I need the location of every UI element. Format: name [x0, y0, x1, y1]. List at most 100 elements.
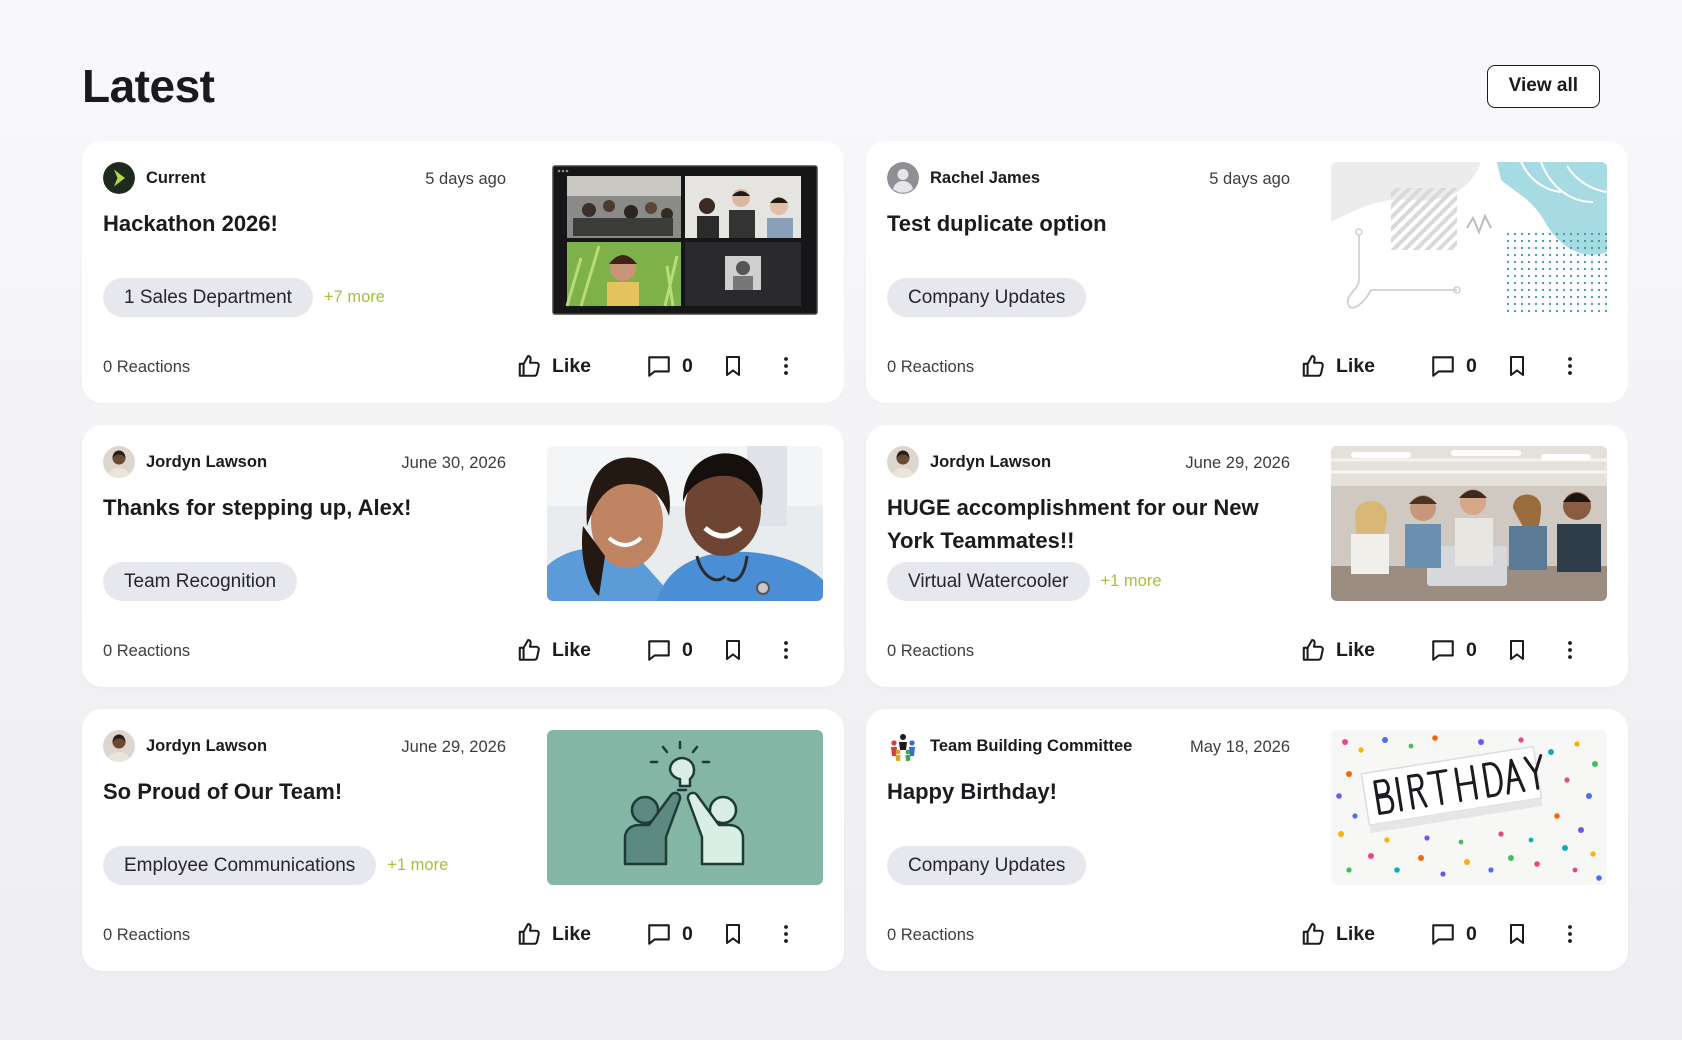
- more-tags-link[interactable]: +1 more: [387, 856, 448, 875]
- post-title[interactable]: So Proud of Our Team!: [103, 775, 513, 808]
- post-author[interactable]: Jordyn Lawson: [103, 730, 267, 762]
- post-card[interactable]: Current 5 days ago Hackathon 2026! 1 Sal…: [82, 141, 844, 403]
- comment-count: 0: [1466, 922, 1477, 945]
- reactions-count: 0 Reactions: [103, 358, 191, 376]
- post-author[interactable]: Jordyn Lawson: [103, 446, 267, 478]
- comment-icon: [646, 637, 672, 663]
- view-all-button[interactable]: View all: [1486, 64, 1600, 108]
- user-photo-icon: [887, 446, 919, 478]
- bookmark-button[interactable]: [721, 346, 745, 386]
- post-card[interactable]: Jordyn Lawson June 29, 2026 So Proud of …: [82, 709, 844, 971]
- more-vertical-icon: [774, 922, 798, 946]
- bookmark-button[interactable]: [721, 914, 745, 954]
- more-vertical-icon: [774, 638, 798, 662]
- thumbs-up-icon: [516, 353, 542, 379]
- bookmark-button[interactable]: [1505, 630, 1529, 670]
- office-team-image: [1331, 446, 1607, 601]
- comment-icon: [646, 921, 672, 947]
- bookmark-button[interactable]: [1505, 346, 1529, 386]
- post-title[interactable]: Hackathon 2026!: [103, 207, 513, 240]
- like-label: Like: [552, 354, 592, 377]
- post-author[interactable]: Current: [103, 162, 206, 194]
- thumbs-up-icon: [516, 637, 542, 663]
- like-button[interactable]: Like: [1300, 630, 1375, 670]
- category-tag[interactable]: Team Recognition: [103, 562, 298, 601]
- post-title[interactable]: HUGE accomplishment for our New York Tea…: [887, 491, 1297, 557]
- user-photo-icon: [103, 730, 135, 762]
- post-author[interactable]: Jordyn Lawson: [887, 446, 1051, 478]
- post-thumbnail[interactable]: [1331, 446, 1607, 601]
- post-card[interactable]: Jordyn Lawson June 29, 2026 HUGE accompl…: [866, 425, 1628, 687]
- thumbs-up-icon: [1300, 637, 1326, 663]
- category-tag[interactable]: Virtual Watercooler: [887, 562, 1090, 601]
- like-label: Like: [552, 638, 592, 661]
- reactions-count: 0 Reactions: [887, 926, 975, 944]
- like-button[interactable]: Like: [1300, 914, 1375, 954]
- post-thumbnail[interactable]: [1331, 730, 1607, 885]
- more-options-button[interactable]: [774, 346, 798, 386]
- posts-grid: Current 5 days ago Hackathon 2026! 1 Sal…: [82, 141, 1628, 971]
- video-call-image: [547, 162, 823, 317]
- bookmark-icon: [1505, 354, 1529, 378]
- post-card[interactable]: Team Building Committee May 18, 2026 Hap…: [866, 709, 1628, 971]
- team-group-icon: [887, 730, 919, 762]
- more-options-button[interactable]: [774, 630, 798, 670]
- post-card[interactable]: Rachel James 5 days ago Test duplicate o…: [866, 141, 1628, 403]
- post-date: 5 days ago: [1209, 170, 1290, 188]
- post-title[interactable]: Test duplicate option: [887, 207, 1297, 240]
- post-thumbnail[interactable]: [1331, 162, 1607, 317]
- page: Latest View all Current 5 days ago Hacka…: [0, 0, 1682, 1040]
- category-tag[interactable]: Company Updates: [887, 846, 1087, 885]
- author-name: Jordyn Lawson: [930, 452, 1052, 471]
- post-author[interactable]: Rachel James: [887, 162, 1040, 194]
- more-options-button[interactable]: [1558, 630, 1582, 670]
- comment-button[interactable]: 0: [1430, 914, 1477, 954]
- post-date: 5 days ago: [425, 170, 506, 188]
- category-tag[interactable]: Company Updates: [887, 278, 1087, 317]
- post-author[interactable]: Team Building Committee: [887, 730, 1132, 762]
- category-tag[interactable]: 1 Sales Department: [103, 278, 313, 317]
- user-photo-icon: [103, 446, 135, 478]
- more-options-button[interactable]: [774, 914, 798, 954]
- bookmark-button[interactable]: [721, 630, 745, 670]
- post-thumbnail[interactable]: [547, 730, 823, 885]
- like-button[interactable]: Like: [516, 914, 591, 954]
- comment-count: 0: [1466, 354, 1477, 377]
- bookmark-button[interactable]: [1505, 914, 1529, 954]
- comment-button[interactable]: 0: [1430, 346, 1477, 386]
- more-vertical-icon: [1558, 354, 1582, 378]
- more-options-button[interactable]: [1558, 346, 1582, 386]
- category-tag[interactable]: Employee Communications: [103, 846, 377, 885]
- page-title: Latest: [82, 60, 215, 112]
- comment-button[interactable]: 0: [1430, 630, 1477, 670]
- like-button[interactable]: Like: [516, 630, 591, 670]
- nurses-photo-image: [547, 446, 823, 601]
- comment-button[interactable]: 0: [646, 346, 693, 386]
- like-button[interactable]: Like: [516, 346, 591, 386]
- more-tags-link[interactable]: +1 more: [1101, 572, 1162, 591]
- more-options-button[interactable]: [1558, 914, 1582, 954]
- post-title[interactable]: Thanks for stepping up, Alex!: [103, 491, 513, 524]
- reactions-count: 0 Reactions: [887, 358, 975, 376]
- post-title[interactable]: Happy Birthday!: [887, 775, 1297, 808]
- post-card[interactable]: Jordyn Lawson June 30, 2026 Thanks for s…: [82, 425, 844, 687]
- bookmark-icon: [721, 354, 745, 378]
- post-tags: Company Updates: [887, 278, 1087, 317]
- post-thumbnail[interactable]: [547, 446, 823, 601]
- like-label: Like: [1336, 922, 1376, 945]
- post-tags: Company Updates: [887, 846, 1087, 885]
- author-name: Jordyn Lawson: [146, 736, 268, 755]
- bookmark-icon: [721, 638, 745, 662]
- post-date: June 29, 2026: [1185, 454, 1290, 472]
- comment-button[interactable]: 0: [646, 630, 693, 670]
- post-thumbnail[interactable]: [547, 162, 823, 317]
- bookmark-icon: [1505, 638, 1529, 662]
- more-tags-link[interactable]: +7 more: [324, 288, 385, 307]
- comment-button[interactable]: 0: [646, 914, 693, 954]
- post-tags: Virtual Watercooler +1 more: [887, 562, 1162, 601]
- more-vertical-icon: [1558, 922, 1582, 946]
- author-name: Team Building Committee: [930, 736, 1133, 755]
- post-tags: Employee Communications +1 more: [103, 846, 448, 885]
- post-date: May 18, 2026: [1190, 738, 1290, 756]
- like-button[interactable]: Like: [1300, 346, 1375, 386]
